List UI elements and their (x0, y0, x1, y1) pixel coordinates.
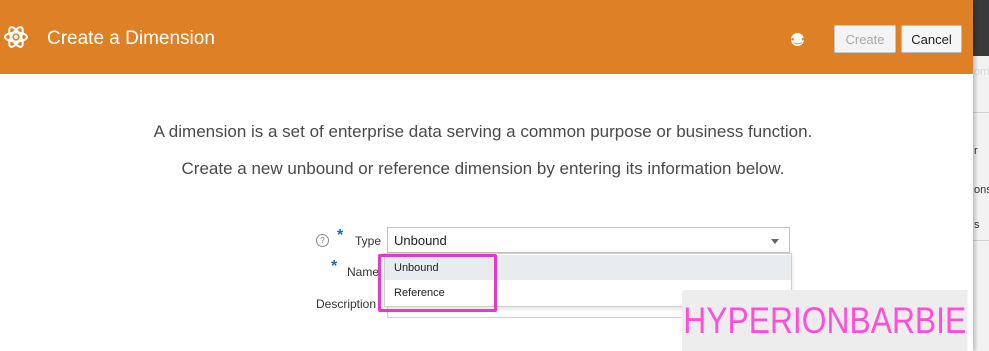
background-app-divider (973, 240, 989, 241)
required-marker: * (337, 227, 344, 244)
type-select-value: Unbound (394, 233, 447, 248)
background-app-text: ons (974, 184, 989, 196)
background-app-edge: omy r ons s (973, 0, 989, 351)
type-label: Type (355, 234, 382, 248)
required-marker: * (331, 258, 338, 275)
background-app-text: s (974, 219, 980, 231)
background-app-text: r (974, 145, 978, 157)
watermark: HYPERIONBARBIE (682, 290, 968, 351)
annotation-highlight-box (378, 254, 497, 312)
type-select[interactable]: Unbound (387, 227, 790, 253)
intro-text-line-2: Create a new unbound or reference dimens… (181, 159, 785, 178)
question-help-icon[interactable]: ? (316, 234, 329, 247)
description-label: Description (316, 297, 377, 311)
create-button[interactable]: Create (834, 25, 896, 53)
background-app-header (973, 0, 989, 56)
atom-icon (4, 26, 28, 48)
dialog-header: Create a Dimension •‿• Create Cancel (0, 0, 973, 74)
help-icon[interactable]: •‿• (791, 33, 805, 46)
intro-text-line-1: A dimension is a set of enterprise data … (153, 122, 813, 141)
dialog-title: Create a Dimension (47, 28, 215, 49)
chevron-down-icon[interactable] (771, 239, 779, 244)
background-app-divider (973, 112, 989, 113)
cancel-button[interactable]: Cancel (901, 25, 962, 53)
name-label: Name (347, 265, 380, 279)
background-app-text: omy (974, 66, 989, 78)
